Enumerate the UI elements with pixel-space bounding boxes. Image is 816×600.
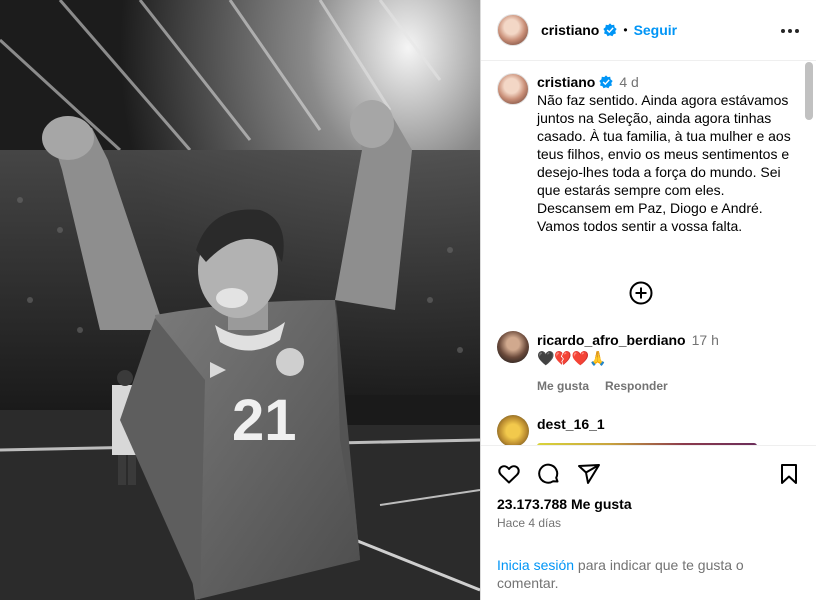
- post-actions: 23.173.788 Me gusta Hace 4 días Inicia s…: [481, 445, 816, 600]
- follow-button[interactable]: Seguir: [634, 22, 678, 38]
- comment-username[interactable]: dest_16_1: [537, 416, 605, 432]
- comment-item: dest_16_1: [497, 415, 797, 445]
- separator-dot: •: [623, 23, 628, 37]
- login-link[interactable]: Inicia sesión: [497, 557, 574, 573]
- post-header: cristiano • Seguir: [481, 0, 816, 61]
- comment-icon[interactable]: [537, 462, 561, 486]
- post-photo[interactable]: 21: [0, 0, 480, 600]
- comment-avatar[interactable]: [497, 331, 529, 363]
- caption-username[interactable]: cristiano: [537, 74, 595, 90]
- comment-username[interactable]: ricardo_afro_berdiano: [537, 332, 686, 348]
- bookmark-icon[interactable]: [777, 462, 801, 486]
- caption: cristiano 4 d Não faz sentido. Ainda agor…: [497, 73, 797, 235]
- comment-reply-button[interactable]: Responder: [605, 379, 668, 393]
- player-photo-illustration: 21: [0, 0, 480, 600]
- comment-age: 17 h: [691, 332, 719, 348]
- likes-count[interactable]: 23.173.788 Me gusta: [497, 496, 632, 512]
- post-time: Hace 4 días: [497, 516, 562, 530]
- caption-avatar[interactable]: [497, 73, 529, 105]
- comment-like-button[interactable]: Me gusta: [537, 379, 589, 393]
- post-sidebar: cristiano • Seguir cristiano 4 d Não faz …: [480, 0, 816, 600]
- share-icon[interactable]: [577, 462, 601, 486]
- comment-text: 🖤💔❤️🙏: [537, 350, 607, 366]
- jersey-number: 21: [232, 388, 297, 453]
- post-view: 21 cristiano • Seguir cristiano 4 d Não …: [0, 0, 816, 600]
- caption-age: 4 d: [619, 74, 639, 90]
- caption-text: Não faz sentido. Ainda agora estávamos j…: [537, 92, 791, 234]
- login-prompt: Inicia sesión para indicar que te gusta …: [497, 556, 797, 592]
- avatar[interactable]: [497, 14, 529, 46]
- username-link[interactable]: cristiano: [541, 22, 599, 38]
- verified-icon: [599, 75, 614, 89]
- comments-scroll-area[interactable]: cristiano 4 d Não faz sentido. Ainda agor…: [481, 61, 816, 445]
- heart-icon[interactable]: [497, 462, 521, 486]
- load-more-icon[interactable]: [629, 281, 653, 305]
- more-options-icon[interactable]: [781, 22, 799, 40]
- comment-item: ricardo_afro_berdiano 17 h 🖤💔❤️🙏 Me gusta…: [497, 331, 797, 393]
- comment-avatar[interactable]: [497, 415, 529, 445]
- scrollbar-thumb[interactable]: [805, 62, 813, 120]
- verified-icon: [603, 23, 618, 37]
